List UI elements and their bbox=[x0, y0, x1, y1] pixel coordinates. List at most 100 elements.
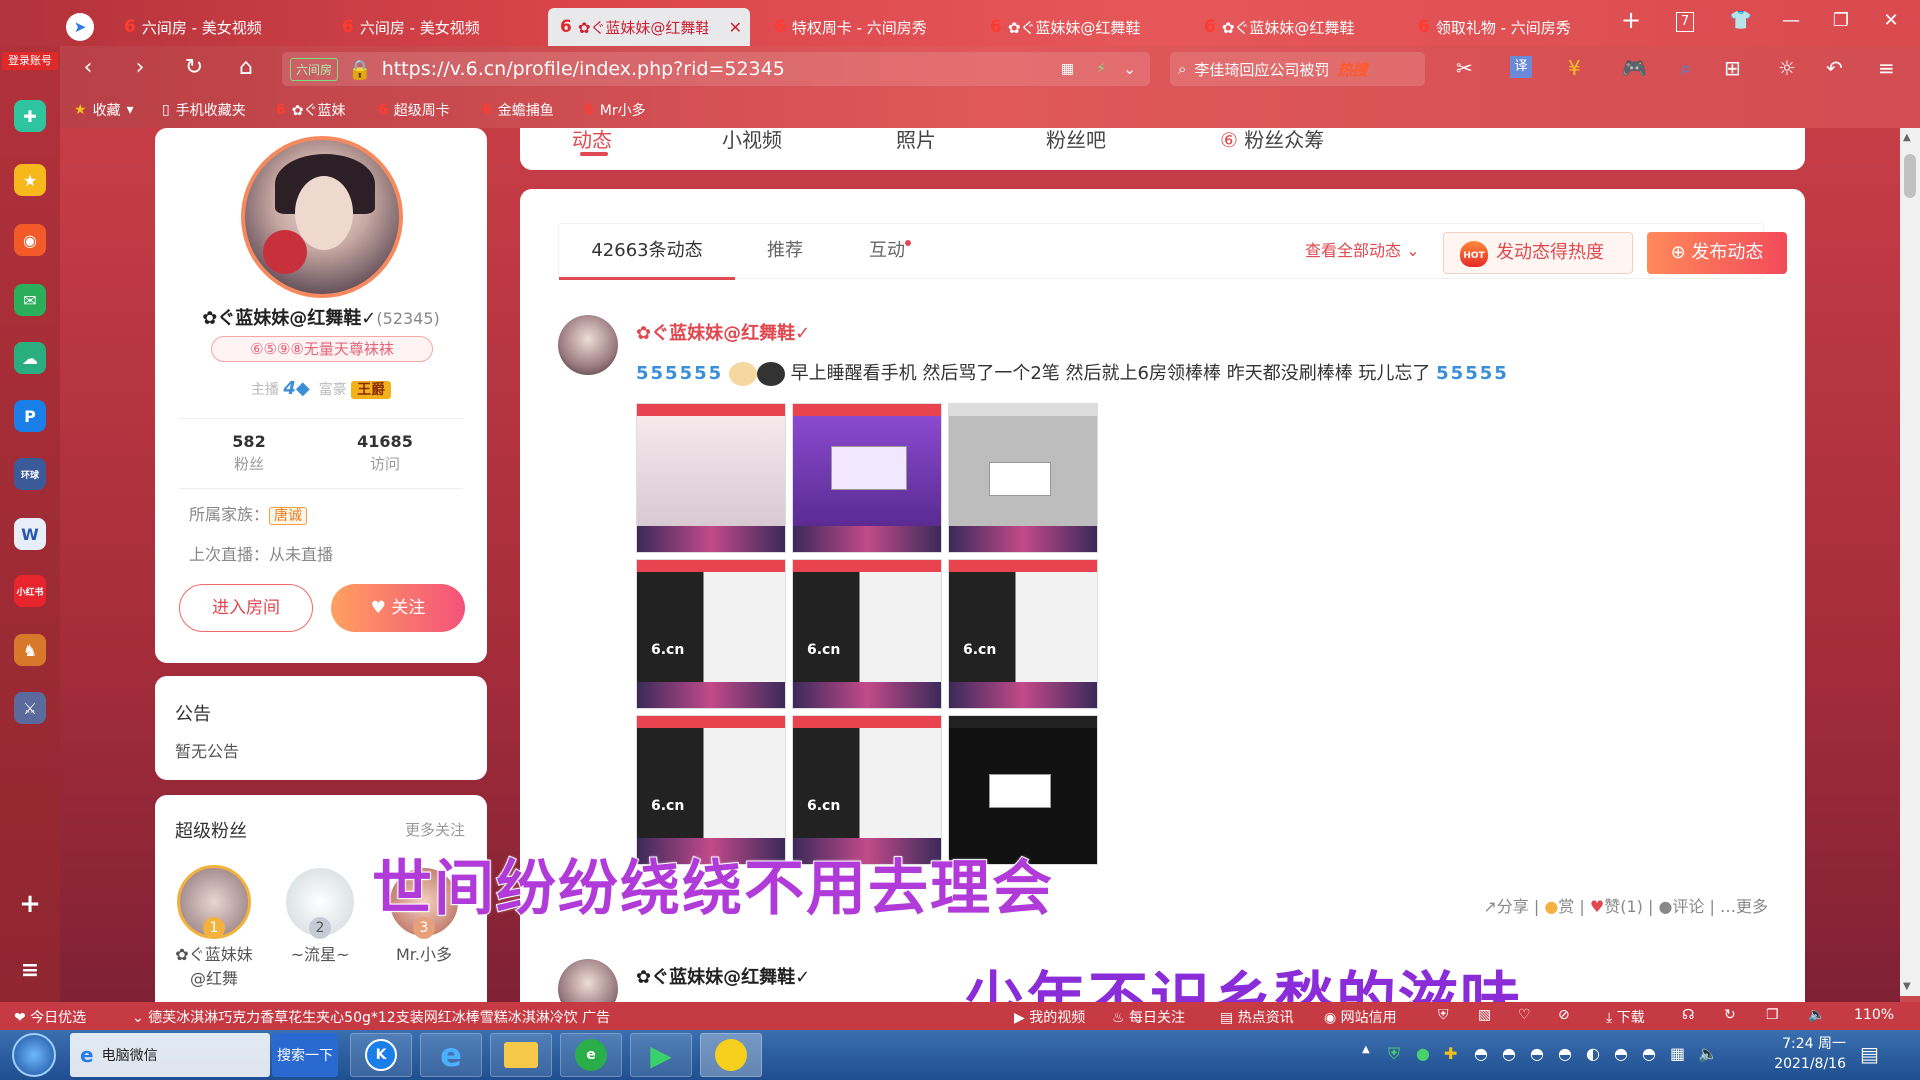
post-author[interactable]: ✿ぐ蓝妹妹@红舞鞋✓ bbox=[636, 319, 810, 345]
tab-interaction[interactable]: 互动 bbox=[869, 224, 911, 280]
bookmark-favorites[interactable]: ★ 收藏 ▾ bbox=[74, 100, 134, 120]
undo-icon[interactable]: ↶ bbox=[1826, 56, 1843, 80]
address-bar[interactable]: 六间房 🔒 https://v.6.cn/profile/index.php?r… bbox=[282, 52, 1150, 86]
profile-avatar[interactable] bbox=[241, 136, 403, 298]
post-image[interactable]: 6.cn bbox=[636, 559, 786, 709]
family-tag[interactable]: 唐诚 bbox=[269, 507, 308, 525]
tray-icon[interactable]: ◐ bbox=[1586, 1044, 1600, 1063]
super-fan-item[interactable]: 2 ~流星~ bbox=[275, 865, 365, 967]
home-icon[interactable]: ⌂ bbox=[230, 55, 262, 80]
zoom-level[interactable]: 110% bbox=[1854, 1007, 1894, 1023]
taskbar-wechat[interactable]: e 电脑微信 bbox=[70, 1033, 270, 1077]
refresh-icon[interactable]: ↻ bbox=[1724, 1007, 1736, 1023]
coin-icon[interactable]: ¥ bbox=[1568, 56, 1581, 80]
tab-5[interactable]: 6 ✿ぐ蓝妹妹@红舞鞋 bbox=[978, 8, 1183, 46]
browser-360-icon[interactable]: e bbox=[560, 1033, 622, 1077]
ie-browser-icon[interactable]: e bbox=[420, 1033, 482, 1077]
network-icon[interactable]: ▦ bbox=[1670, 1044, 1685, 1063]
tray-icon[interactable]: ✚ bbox=[1444, 1044, 1457, 1063]
grid-apps-icon[interactable]: ⊞ bbox=[1724, 56, 1741, 80]
post-image[interactable] bbox=[792, 403, 942, 553]
headset-icon[interactable]: ☊ bbox=[1682, 1007, 1694, 1023]
reward-action[interactable]: ●赏 bbox=[1544, 897, 1574, 916]
super-fan-item[interactable]: 1 ✿ぐ蓝妹妹@红舞 bbox=[169, 865, 259, 991]
brightness-icon[interactable]: ☼ bbox=[1778, 56, 1796, 80]
post-author[interactable]: ✿ぐ蓝妹妹@红舞鞋✓ bbox=[636, 963, 810, 989]
search-input[interactable]: 李佳琦回应公司被罚 bbox=[1194, 59, 1329, 80]
tab-7[interactable]: 6 领取礼物 - 六间房秀 bbox=[1406, 8, 1611, 46]
tab-short-video[interactable]: 小视频 bbox=[722, 124, 782, 153]
post-image[interactable] bbox=[948, 403, 1098, 553]
qq-icon[interactable]: ◓ bbox=[1642, 1044, 1656, 1063]
avatar[interactable] bbox=[558, 315, 618, 375]
post-image[interactable] bbox=[636, 403, 786, 553]
game2-icon[interactable]: ⚔ bbox=[14, 692, 46, 724]
heart-outline-icon[interactable]: ♡ bbox=[1518, 1007, 1531, 1023]
gamepad-icon[interactable]: 🎮 bbox=[1622, 56, 1647, 80]
qq-icon[interactable]: ◓ bbox=[1502, 1044, 1516, 1063]
start-button[interactable] bbox=[12, 1033, 56, 1077]
bookmark-mrxiaoduo[interactable]: 6 Mr小多 bbox=[584, 100, 646, 120]
fans-stat[interactable]: 582 粉丝 bbox=[189, 432, 309, 474]
forward-icon[interactable]: › bbox=[124, 55, 156, 80]
menu-icon[interactable]: ≡ bbox=[1878, 56, 1895, 80]
scroll-down-icon[interactable]: ▼ bbox=[1903, 981, 1911, 992]
site-credit[interactable]: ◉ 网站信用 bbox=[1324, 1007, 1397, 1027]
weibo-icon[interactable]: ◉ bbox=[14, 224, 46, 256]
cloud-icon[interactable]: ☁ bbox=[14, 342, 46, 374]
no-image-icon[interactable]: ⊘ bbox=[1558, 1007, 1570, 1023]
scrollbar-thumb[interactable] bbox=[1904, 154, 1916, 198]
bookmark-super-card[interactable]: 6 超级周卡 bbox=[378, 100, 450, 120]
view-all-posts-dropdown[interactable]: 查看全部动态 ⌄ bbox=[1305, 224, 1420, 278]
more-follows-link[interactable]: 更多关注 bbox=[405, 819, 465, 840]
scroll-up-icon[interactable]: ▲ bbox=[1903, 132, 1911, 143]
post-author-name[interactable]: ✿ぐ蓝妹妹@红舞鞋✓ bbox=[636, 323, 810, 344]
word-doc-icon[interactable]: W bbox=[14, 518, 46, 550]
lightning-icon[interactable]: ⚡ bbox=[1096, 61, 1106, 77]
tab-3-active[interactable]: 6 ✿ぐ蓝妹妹@红舞鞋 ✕ bbox=[548, 8, 750, 46]
skin-icon[interactable]: 👕 bbox=[1726, 10, 1756, 31]
fan-name[interactable]: ✿ぐ蓝妹妹@红舞 bbox=[169, 943, 259, 991]
page-scrollbar[interactable]: ▲ ▼ bbox=[1900, 128, 1920, 996]
post-image[interactable]: 6.cn bbox=[948, 559, 1098, 709]
tab-dynamic[interactable]: 动态 bbox=[572, 124, 612, 153]
tab-count-badge[interactable]: 7 bbox=[1676, 12, 1694, 32]
kugou-icon[interactable]: K bbox=[350, 1033, 412, 1077]
shield-icon[interactable]: ⛨ bbox=[1438, 1007, 1449, 1023]
security-tray-icon[interactable]: ⛨ bbox=[1388, 1044, 1400, 1064]
back-icon[interactable]: ‹ bbox=[72, 55, 104, 80]
url-text[interactable]: https://v.6.cn/profile/index.php?rid=523… bbox=[382, 58, 785, 80]
favorites-star-icon[interactable]: ★ bbox=[14, 164, 46, 196]
today-picks[interactable]: ❤ 今日优选 bbox=[14, 1007, 86, 1027]
new-tab-button[interactable]: + bbox=[1616, 6, 1646, 34]
system-clock[interactable]: 7:24 周一 2021/8/16 bbox=[1774, 1034, 1846, 1074]
search-tool-icon[interactable]: ⌕ bbox=[1680, 56, 1691, 80]
refresh-icon[interactable]: ↻ bbox=[178, 55, 210, 80]
enter-room-button[interactable]: 进入房间 bbox=[179, 584, 313, 632]
app-icon-1[interactable]: ✚ bbox=[14, 100, 46, 132]
qq-icon[interactable]: ◓ bbox=[1530, 1044, 1544, 1063]
tab-2[interactable]: 6 六间房 - 美女视频 bbox=[330, 8, 535, 46]
media-app-icon[interactable] bbox=[700, 1033, 762, 1077]
minimize-button[interactable]: — bbox=[1776, 10, 1806, 31]
mail-icon[interactable]: ✉ bbox=[14, 284, 46, 316]
publish-post-button[interactable]: ⊕ 发布动态 bbox=[1647, 232, 1787, 274]
close-tab-icon[interactable]: ✕ bbox=[729, 18, 742, 37]
p-app-icon[interactable]: P bbox=[14, 400, 46, 432]
tab-recommend[interactable]: 推荐 bbox=[767, 224, 803, 280]
ad-text[interactable]: ⌄ 德芙冰淇淋巧克力香草花生夹心50g*12支装网红冰棒雪糕冰淇淋冷饮 广告 bbox=[132, 1007, 610, 1027]
window-icon[interactable]: ❐ bbox=[1766, 1007, 1779, 1023]
scissors-icon[interactable]: ✂ bbox=[1456, 56, 1473, 80]
hot-post-button[interactable]: HOT 发动态得热度 bbox=[1443, 232, 1633, 274]
action-center-icon[interactable]: ▤ bbox=[1860, 1042, 1879, 1066]
tab-all-posts[interactable]: 42663条动态 bbox=[559, 224, 735, 280]
add-icon[interactable]: + bbox=[14, 888, 46, 920]
dropdown-icon[interactable]: ⌄ bbox=[1123, 60, 1136, 78]
hot-news[interactable]: ▤ 热点资讯 bbox=[1220, 1007, 1294, 1027]
bookmark-fishing[interactable]: 6 金蟾捕鱼 bbox=[482, 100, 554, 120]
qr-icon[interactable]: ▦ bbox=[1061, 61, 1074, 77]
tray-expand-icon[interactable]: ▲ bbox=[1362, 1044, 1370, 1055]
tab-6[interactable]: 6 ✿ぐ蓝妹妹@红舞鞋 bbox=[1192, 8, 1397, 46]
red-book-icon[interactable]: 小红书 bbox=[14, 575, 46, 607]
translate-icon[interactable]: 译 bbox=[1510, 56, 1532, 78]
